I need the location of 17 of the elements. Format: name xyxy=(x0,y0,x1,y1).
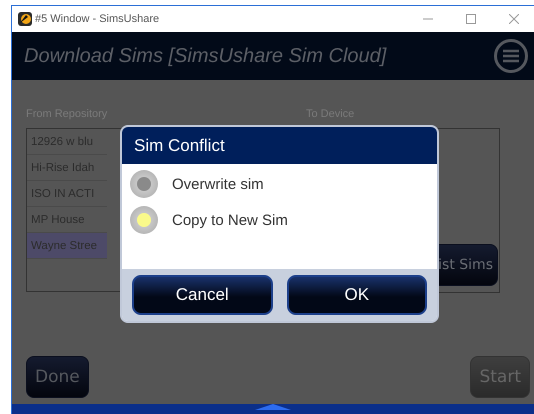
up-arrow-icon[interactable] xyxy=(255,404,291,410)
radio-button[interactable] xyxy=(130,170,158,198)
radio-button[interactable] xyxy=(130,206,158,234)
page-title: Download Sims [SimsUshare Sim Cloud] xyxy=(24,44,388,68)
ok-button[interactable]: OK xyxy=(286,275,427,315)
option-label: Overwrite sim xyxy=(172,176,264,192)
cancel-button[interactable]: Cancel xyxy=(132,275,272,315)
maximize-icon xyxy=(466,14,476,24)
dialog-title: Sim Conflict xyxy=(122,127,437,164)
option-label: Copy to New Sim xyxy=(172,212,288,228)
app-logo-icon xyxy=(18,12,32,26)
done-button[interactable]: Done xyxy=(26,356,89,398)
menu-icon xyxy=(503,49,519,63)
menu-button[interactable] xyxy=(494,39,528,73)
list-item[interactable]: Wayne Stree xyxy=(27,233,107,259)
window-title: #5 Window - SimsUshare xyxy=(35,13,160,25)
close-icon xyxy=(509,14,519,24)
